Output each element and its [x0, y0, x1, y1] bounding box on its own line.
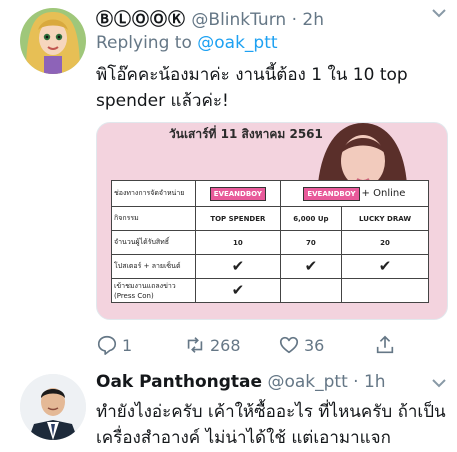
reply-icon [97, 335, 117, 355]
row-label-activity: กิจกรรม [111, 206, 196, 231]
retweet-icon [187, 337, 203, 353]
tweet-header: ⒷⓁⓄⓄⓀ @BlinkTurn · 2h [96, 5, 324, 30]
tweet-actions: 1 268 36 [96, 334, 448, 360]
handle[interactable]: @BlinkTurn [191, 10, 286, 30]
display-name[interactable]: ⒷⓁⓄⓄⓀ [96, 10, 186, 30]
heart-icon [279, 336, 299, 354]
reply-button[interactable]: 1 [96, 334, 132, 356]
retweet-count: 268 [210, 335, 241, 355]
brand-badge: EVEANDBOY [303, 186, 360, 201]
handle[interactable]: @oak_ptt [267, 372, 347, 392]
reply-tweet-text: ทำยังไงอ่ะครับ เค้าให้ซื้ออะไร ที่ไหนครั… [96, 402, 446, 448]
check-icon: ✔ [231, 257, 245, 275]
replying-to-label: Replying to [96, 33, 192, 53]
table-cell: 20 [341, 230, 429, 255]
table-cell [341, 278, 429, 303]
reply-mention-link[interactable]: @oak_ptt [197, 33, 277, 53]
chevron-down-icon[interactable] [430, 4, 448, 22]
row-label-count: จำนวนผู้ได้รับสิทธิ์ [111, 230, 196, 255]
brand-badge: EVEANDBOY [209, 186, 266, 201]
promo-table: ช่องทางการจัดจำหน่าย EVEANDBOY EVEANDBOY… [111, 180, 430, 303]
like-button[interactable]: 36 [278, 334, 324, 356]
check-icon: ✔ [231, 281, 245, 299]
row-label-press: เข้าชมงานแถลงข่าว (Press Con) [111, 278, 196, 303]
chevron-down-icon[interactable] [430, 374, 448, 392]
online-label: + Online [361, 187, 406, 199]
table-header-label: ช่องทางการจัดจำหน่าย [111, 180, 196, 207]
check-icon: ✔ [304, 257, 318, 275]
share-button[interactable] [374, 334, 400, 356]
separator: · [291, 10, 297, 30]
table-cell: 6,000 Up [279, 206, 343, 231]
avatar-rapunzel[interactable] [20, 8, 86, 74]
tweet-text: พิโอ๊คคะน้องมาค่ะ งานนี้ต้อง 1 ใน 10 top… [96, 65, 408, 111]
reply-count: 1 [122, 335, 133, 355]
share-icon [376, 335, 394, 354]
table-cell: 10 [195, 230, 281, 255]
table-cell [279, 278, 343, 303]
timestamp[interactable]: 2h [302, 10, 324, 30]
display-name[interactable]: Oak Panthongtae [96, 372, 262, 392]
reply-tweet-header: Oak Panthongtae @oak_ptt · 1h [96, 372, 386, 392]
table-cell: LUCKY DRAW [341, 206, 429, 231]
table-cell: TOP SPENDER [195, 206, 281, 231]
like-count: 36 [304, 335, 325, 355]
table-cell: 70 [279, 230, 343, 255]
row-label-poster: โปสเตอร์ + ลายเซ็นต์ [111, 254, 196, 279]
retweet-button[interactable]: 268 [184, 334, 241, 356]
poster-date: วันเสาร์ที่ 11 สิงหาคม 2561 [169, 127, 323, 141]
timestamp[interactable]: 1h [364, 372, 386, 392]
separator: · [353, 372, 359, 392]
tweet-image[interactable]: วันเสาร์ที่ 11 สิงหาคม 2561 ช่องทางการจั… [96, 122, 448, 320]
check-icon: ✔ [378, 257, 392, 275]
replying-to: Replying to @oak_ptt [96, 33, 278, 53]
avatar-oak[interactable] [20, 374, 86, 440]
